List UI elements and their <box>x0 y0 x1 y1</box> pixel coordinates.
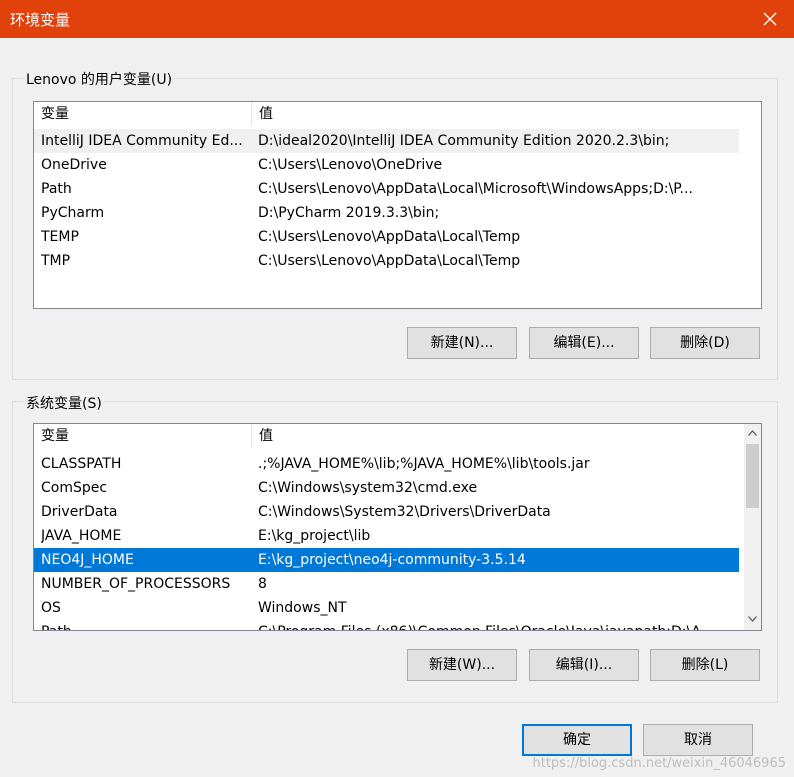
row-value: E:\kg_project\lib <box>258 528 371 544</box>
row-name: NEO4J_HOME <box>41 552 134 568</box>
row-name: Path <box>41 181 72 197</box>
sys-delete-button[interactable]: 删除(L) <box>650 649 760 681</box>
user-edit-button[interactable]: 编辑(E)... <box>529 327 639 359</box>
table-row-selected[interactable]: NEO4J_HOME E:\kg_project\neo4j-community… <box>34 548 739 572</box>
table-row[interactable]: OneDrive C:\Users\Lenovo\OneDrive <box>34 153 739 177</box>
row-name: CLASSPATH <box>41 456 122 472</box>
user-vars-list[interactable]: 变量 值 IntelliJ IDEA Community Ed... D:\id… <box>33 101 762 309</box>
sys-vars-list[interactable]: 变量 值 CLASSPATH .;%JAVA_HOME%\lib;%JAVA_H… <box>33 423 762 631</box>
row-name: OS <box>41 600 61 616</box>
row-value: C:\Windows\system32\cmd.exe <box>258 480 478 496</box>
row-value: D:\ideal2020\IntelliJ IDEA Community Edi… <box>258 133 670 149</box>
chevron-down-icon <box>748 615 757 622</box>
scroll-up-button[interactable] <box>744 424 761 441</box>
row-name: TMP <box>41 253 71 269</box>
table-row[interactable]: PyCharm D:\PyCharm 2019.3.3\bin; <box>34 201 739 225</box>
row-name: OneDrive <box>41 157 107 173</box>
scroll-down-button[interactable] <box>744 610 761 627</box>
row-value: 8 <box>258 576 267 592</box>
table-row[interactable]: TEMP C:\Users\Lenovo\AppData\Local\Temp <box>34 225 739 249</box>
sys-vars-header: 变量 值 <box>34 424 744 448</box>
column-header-value[interactable]: 值 <box>252 102 759 126</box>
chevron-up-icon <box>748 429 757 436</box>
row-value: Windows_NT <box>258 600 347 616</box>
row-name: NUMBER_OF_PROCESSORS <box>41 576 231 592</box>
cancel-button[interactable]: 取消 <box>643 724 753 756</box>
table-row[interactable]: CLASSPATH .;%JAVA_HOME%\lib;%JAVA_HOME%\… <box>34 452 739 476</box>
row-value: .;%JAVA_HOME%\lib;%JAVA_HOME%\lib\tools.… <box>258 456 590 472</box>
sys-new-button[interactable]: 新建(W)... <box>407 649 517 681</box>
row-name: PyCharm <box>41 205 105 221</box>
row-value: C:\Users\Lenovo\AppData\Local\Microsoft\… <box>258 181 693 197</box>
watermark: https://blog.csdn.net/weixin_46046965 <box>532 756 786 771</box>
table-row[interactable]: Path C:\Users\Lenovo\AppData\Local\Micro… <box>34 177 739 201</box>
table-row[interactable]: TMP C:\Users\Lenovo\AppData\Local\Temp <box>34 249 739 273</box>
row-name: JAVA_HOME <box>41 528 122 544</box>
column-header-name[interactable]: 变量 <box>34 102 252 126</box>
ok-button[interactable]: 确定 <box>522 724 632 756</box>
row-value: C:\Users\Lenovo\OneDrive <box>258 157 443 173</box>
table-row[interactable]: OS Windows_NT <box>34 596 739 620</box>
row-value: C:\Users\Lenovo\AppData\Local\Temp <box>258 253 521 269</box>
close-button[interactable] <box>746 0 794 38</box>
column-header-value[interactable]: 值 <box>252 424 749 448</box>
user-vars-header: 变量 值 <box>34 102 761 126</box>
user-delete-button[interactable]: 删除(D) <box>650 327 760 359</box>
sys-edit-button[interactable]: 编辑(I)... <box>529 649 639 681</box>
table-row[interactable]: Path C:\Program Files (x86)\Common Files… <box>34 620 739 630</box>
table-row[interactable]: ComSpec C:\Windows\system32\cmd.exe <box>34 476 739 500</box>
row-name: ComSpec <box>41 480 108 496</box>
row-value: E:\kg_project\neo4j-community-3.5.14 <box>258 552 526 568</box>
close-icon <box>763 12 777 26</box>
table-row[interactable]: IntelliJ IDEA Community Ed... D:\ideal20… <box>34 129 739 153</box>
row-value: C:\Users\Lenovo\AppData\Local\Temp <box>258 229 521 245</box>
sys-vars-scrollbar[interactable] <box>744 424 761 630</box>
user-vars-group-label: Lenovo 的用户变量(U) <box>24 69 175 89</box>
table-row[interactable]: JAVA_HOME E:\kg_project\lib <box>34 524 739 548</box>
row-name: DriverData <box>41 504 118 520</box>
row-name: Path <box>41 620 249 630</box>
window-title: 环境变量 <box>10 11 71 29</box>
user-new-button[interactable]: 新建(N)... <box>407 327 517 359</box>
row-value: D:\PyCharm 2019.3.3\bin; <box>258 205 440 221</box>
table-row[interactable]: NUMBER_OF_PROCESSORS 8 <box>34 572 739 596</box>
sys-vars-group-label: 系统变量(S) <box>24 393 104 413</box>
column-header-name[interactable]: 变量 <box>34 424 252 448</box>
row-name: IntelliJ IDEA Community Ed... <box>41 133 243 149</box>
table-row[interactable]: DriverData C:\Windows\System32\Drivers\D… <box>34 500 739 524</box>
scroll-thumb[interactable] <box>746 444 759 508</box>
row-value: C:\Program Files (x86)\Common Files\Orac… <box>258 620 728 630</box>
row-value: C:\Windows\System32\Drivers\DriverData <box>258 504 551 520</box>
title-bar: 环境变量 <box>0 0 794 38</box>
row-name: TEMP <box>41 229 79 245</box>
